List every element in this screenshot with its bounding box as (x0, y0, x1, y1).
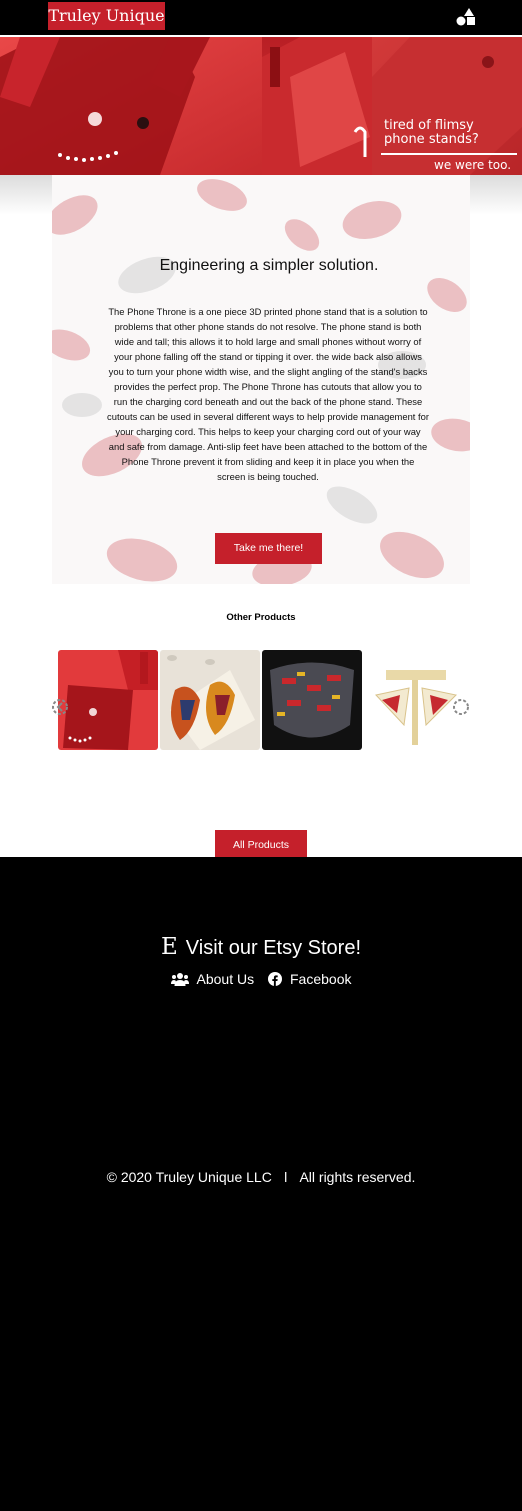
copyright-separator: ǀ (283, 1169, 288, 1185)
about-us-label: About Us (196, 971, 255, 987)
take-me-there-button[interactable]: Take me there! (215, 533, 322, 564)
banner-divider (381, 153, 517, 155)
carousel-next-arrow-icon[interactable] (453, 699, 469, 715)
about-us-link[interactable]: About Us (170, 969, 255, 989)
hero-banner: tired of flimsy phone stands? we were to… (0, 37, 522, 175)
rights-text: All rights reserved. (299, 1169, 416, 1185)
product-carousel (52, 650, 472, 750)
carousel-prev-arrow-icon[interactable] (52, 699, 68, 715)
banner-subline: we were too. (434, 158, 512, 172)
section-title: Engineering a simpler solution. (159, 257, 379, 274)
etsy-icon: E (160, 934, 178, 960)
intro-section: Engineering a simpler solution. The Phon… (52, 175, 470, 584)
all-products-button[interactable]: All Products (215, 830, 307, 860)
facebook-icon (268, 972, 282, 986)
copyright-line: © 2020 Truley Unique LLC ǀ All rights rese… (0, 1167, 522, 1187)
footer-links: About Us Facebook (0, 969, 522, 989)
product-thumb-face-mask[interactable] (262, 650, 362, 750)
etsy-store-link[interactable]: E Visit our Etsy Store! (0, 934, 522, 961)
section-description: The Phone Throne is a one piece 3D print… (107, 306, 429, 482)
brand-logo[interactable]: Truley Unique (48, 2, 165, 30)
shapes-icon[interactable] (456, 8, 476, 26)
top-bar: Truley Unique (0, 0, 522, 35)
copyright-text: © 2020 Truley Unique LLC (106, 1169, 272, 1185)
facebook-link[interactable]: Facebook (268, 969, 351, 989)
users-icon (170, 973, 189, 986)
etsy-store-label: Visit our Etsy Store! (185, 937, 362, 959)
product-thumb-phone-stand[interactable] (58, 650, 158, 750)
other-products-title: Other Products (226, 612, 296, 623)
product-thumb-arrowhead-earrings[interactable] (364, 650, 464, 750)
product-thumb-earrings[interactable] (160, 650, 260, 750)
banner-headline: tired of flimsy phone stands? (384, 118, 479, 147)
facebook-label: Facebook (290, 971, 352, 987)
